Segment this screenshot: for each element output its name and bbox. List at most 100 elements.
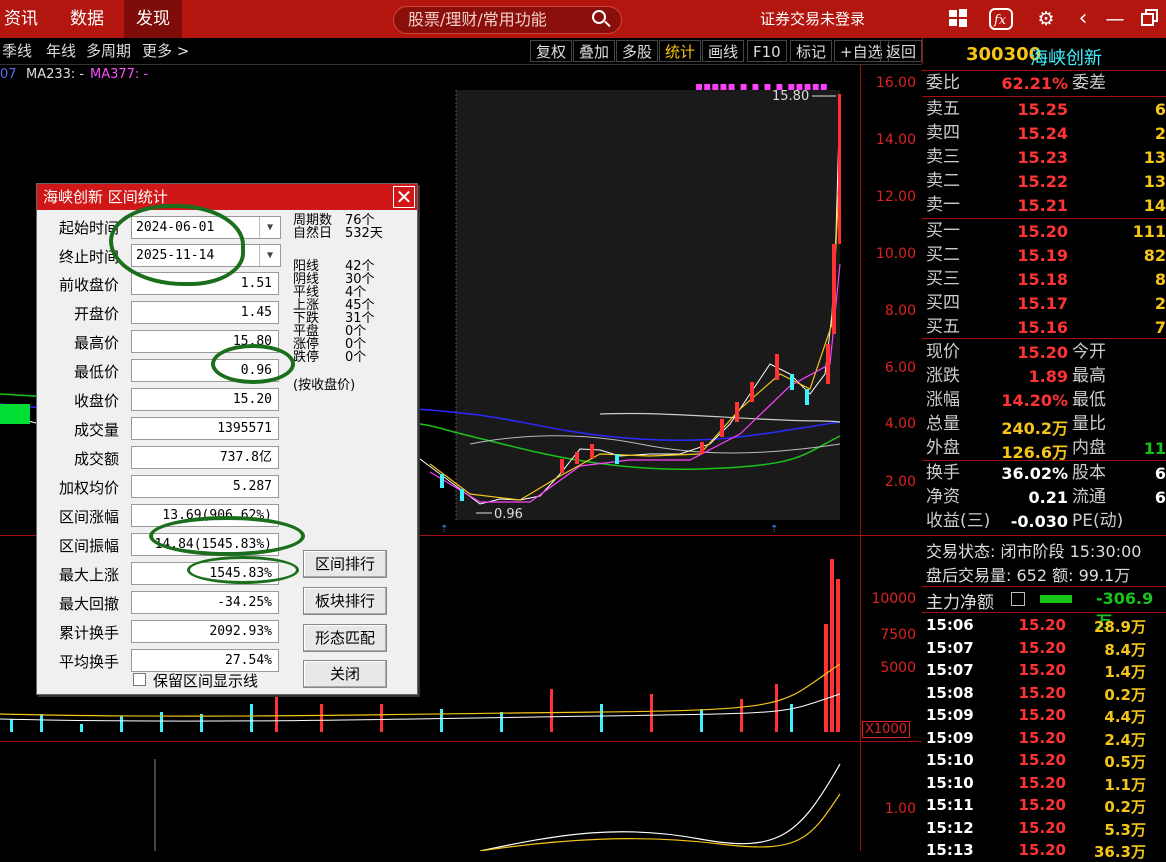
svg-text:⇡: ⇡	[440, 524, 448, 535]
quote-stat-value: 14.20%	[1001, 391, 1068, 410]
quote-stat-label2: 最低	[1072, 390, 1106, 410]
price-tick: 14.00	[875, 132, 916, 148]
ask-label: 卖五	[926, 99, 960, 119]
ask-price[interactable]: 15.23	[990, 148, 1068, 167]
sector-rank-button[interactable]: 板块排行	[303, 587, 387, 615]
period-year[interactable]: 年线	[46, 40, 76, 62]
count-stat-label: 自然日	[293, 226, 333, 241]
dialog-title: 海峡创新 区间统计	[43, 188, 168, 206]
f10-button[interactable]: F10	[747, 40, 787, 62]
minimize-icon[interactable]: —	[1104, 8, 1126, 30]
menu-data[interactable]: 数据	[70, 0, 110, 38]
bid-volume: 2	[1154, 294, 1166, 313]
keep-range-label: 保留区间显示线	[153, 672, 259, 690]
stat-label: 成交量	[73, 421, 119, 439]
ask-price[interactable]: 15.25	[990, 100, 1068, 119]
annotation-circle	[211, 344, 295, 384]
tick-volume: 1.1万	[1104, 775, 1146, 794]
stat-label: 开盘价	[73, 305, 119, 323]
quote-stat-label2: 今开	[1072, 342, 1106, 362]
ask-price[interactable]: 15.21	[990, 196, 1068, 215]
bid-price[interactable]: 15.20	[990, 222, 1068, 241]
stat-label: 最低价	[73, 363, 119, 381]
volume-bars-down	[10, 704, 793, 732]
period-more[interactable]: 更多 >	[142, 40, 189, 62]
ask-price[interactable]: 15.24	[990, 124, 1068, 143]
bid-label: 买四	[926, 293, 960, 313]
bid-price[interactable]: 15.16	[990, 318, 1068, 337]
stat-label: 累计换手	[58, 624, 119, 642]
quote-stat-value: 240.2万	[1001, 419, 1068, 438]
fundamental-value: 0.21	[1028, 488, 1068, 507]
return-button[interactable]: 返回	[880, 40, 923, 62]
stat-value-field: 1395571	[131, 417, 279, 440]
period-multi[interactable]: 多周期	[86, 40, 131, 62]
overlay-button[interactable]: 叠加	[573, 40, 616, 62]
tick-time: 15:08	[926, 683, 974, 702]
search-icon[interactable]	[592, 10, 606, 24]
after-hours-volume: 盘后交易量: 652 额: 99.1万	[926, 566, 1131, 585]
volume-tick: 7500	[880, 627, 916, 643]
ask-label: 卖二	[926, 171, 960, 191]
mark-button[interactable]: 标记	[790, 40, 833, 62]
bid-price[interactable]: 15.17	[990, 294, 1068, 313]
count-stat-label: 跌停	[293, 350, 320, 365]
annotation-circle	[187, 556, 299, 584]
tick-time: 15:10	[926, 751, 974, 769]
end-time-label: 终止时间	[58, 248, 119, 266]
tick-time: 15:12	[926, 818, 974, 837]
ask-label: 卖四	[926, 123, 960, 143]
fundamental-label: 收益(三)	[926, 511, 991, 531]
price-tick: 12.00	[875, 189, 916, 205]
tick-volume: 1.4万	[1104, 663, 1146, 681]
quote-stat-label: 涨跌	[926, 366, 960, 386]
tick-price: 15.20	[1018, 638, 1066, 657]
multistock-button[interactable]: 多股	[616, 40, 659, 62]
ask-volume: 13	[1143, 148, 1166, 167]
quote-stat-label: 现价	[926, 342, 960, 362]
count-stat-value: 0个	[345, 350, 367, 365]
search-input[interactable]: 股票/理财/常用功能	[393, 6, 622, 34]
back-icon[interactable]: ‹	[1072, 8, 1094, 30]
range-rank-button[interactable]: 区间排行	[303, 550, 387, 578]
list-icon[interactable]	[1011, 592, 1025, 606]
close-button[interactable]: 关闭	[303, 660, 387, 688]
login-status[interactable]: 证券交易未登录	[760, 0, 865, 38]
quote-stat-label: 总量	[926, 414, 960, 434]
ask-volume: 6	[1154, 100, 1166, 119]
draw-button[interactable]: 画线	[702, 40, 745, 62]
stat-label: 最大回撤	[58, 595, 119, 613]
chevron-down-icon[interactable]: ▼	[259, 245, 280, 266]
close-icon[interactable]: ✕	[393, 186, 415, 208]
ask-price[interactable]: 15.22	[990, 172, 1068, 191]
dialog-title-bar[interactable]: 海峡创新 区间统计	[37, 184, 417, 210]
fundamental-value: -0.030	[1010, 512, 1068, 531]
bid-price[interactable]: 15.18	[990, 270, 1068, 289]
gear-icon[interactable]: ⚙	[1034, 8, 1058, 30]
windows-icon[interactable]	[946, 8, 970, 30]
menu-discover[interactable]: 发现	[124, 0, 182, 38]
stat-value-field: 737.8亿	[131, 446, 279, 469]
stats-button[interactable]: 统计	[659, 40, 702, 62]
bid-price[interactable]: 15.19	[990, 246, 1068, 265]
bid-label: 买一	[926, 221, 960, 241]
fuquan-button[interactable]: 复权	[530, 40, 573, 62]
ratio-value: 62.21%	[1001, 74, 1068, 93]
fundamental-label2: 流通	[1072, 487, 1106, 507]
period-quarter[interactable]: 季线	[2, 40, 32, 62]
tick-time: 15:11	[926, 796, 974, 814]
bid-volume: 111	[1132, 222, 1166, 241]
tick-price: 15.20	[1018, 773, 1066, 792]
mainflow-label[interactable]: 主力净额	[926, 588, 994, 613]
svg-text:▪▪▪▪▪ ▪ ▪ ▪ ▪ ▪▪▪▪▪: ▪▪▪▪▪ ▪ ▪ ▪ ▪ ▪▪▪▪▪	[695, 79, 828, 93]
menu-news[interactable]: 资讯	[4, 0, 44, 38]
chart-axis-divider	[860, 64, 861, 851]
bid-label: 买五	[926, 317, 960, 337]
pattern-match-button[interactable]: 形态匹配	[303, 624, 387, 652]
quote-stat-value2: 11	[1143, 439, 1166, 458]
restore-icon[interactable]	[1138, 8, 1162, 30]
volume-tick: 5000	[880, 660, 916, 676]
keep-range-checkbox[interactable]	[133, 673, 146, 686]
fx-icon[interactable]: fx	[988, 8, 1014, 30]
chevron-down-icon[interactable]: ▼	[259, 217, 280, 238]
